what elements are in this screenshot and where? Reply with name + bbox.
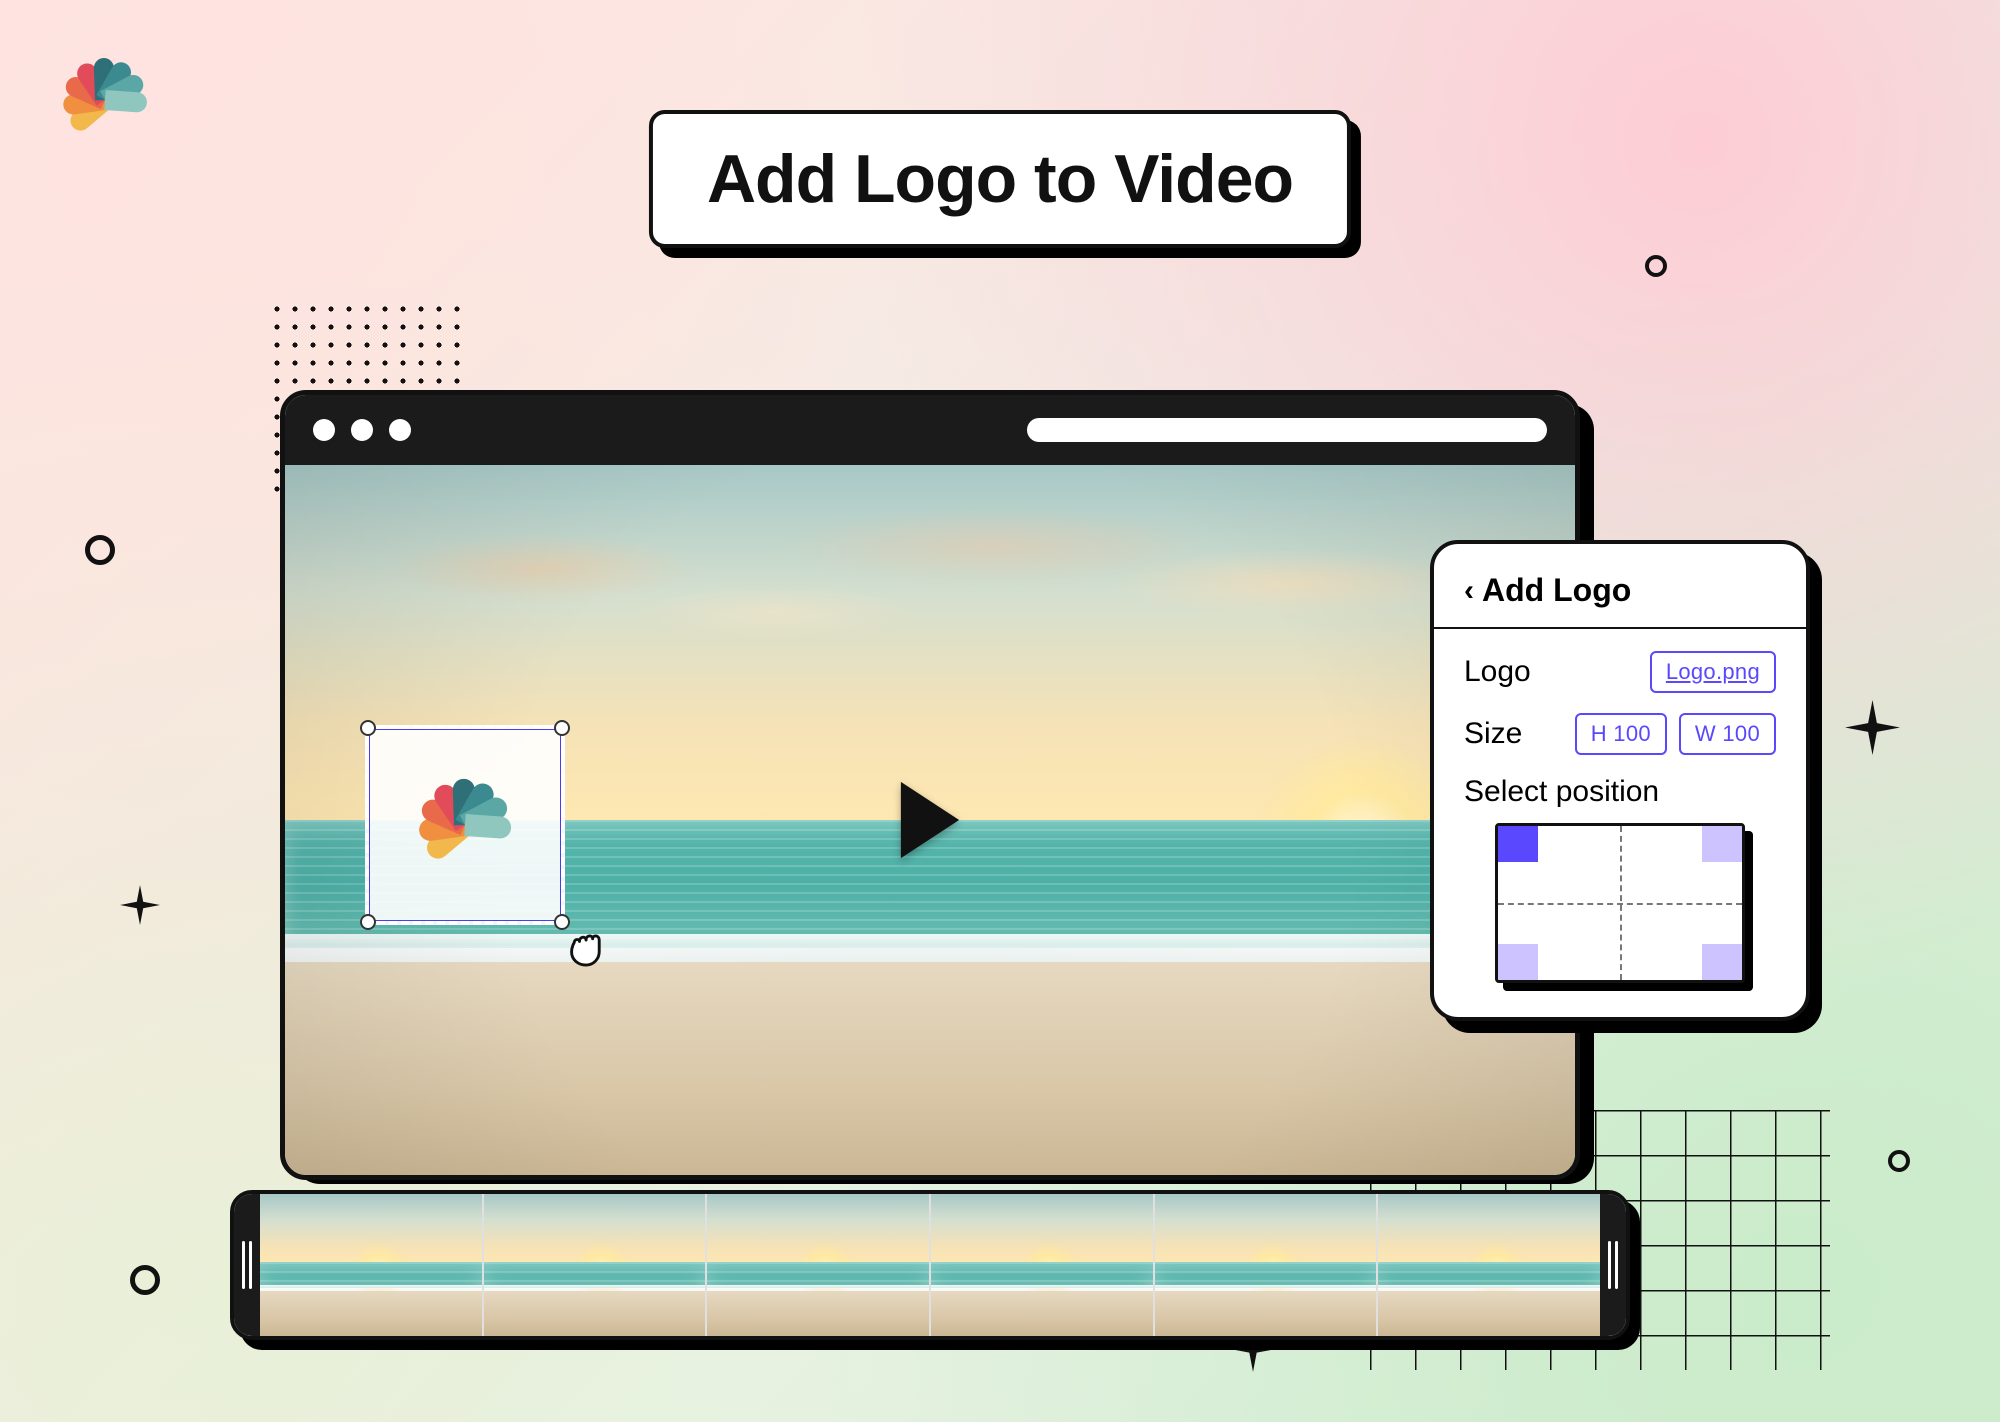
window-titlebar [285,395,1575,465]
resize-handle-bl[interactable] [360,914,376,930]
window-dot[interactable] [313,419,335,441]
window-dot[interactable] [351,419,373,441]
timeline-handle-left[interactable] [234,1194,260,1336]
resize-handle-tl[interactable] [360,720,376,736]
add-logo-panel: ‹ Add Logo Logo Logo.png Size H 100 W 10… [1430,540,1810,1021]
deco-circle [1888,1150,1910,1172]
deco-circle [1645,255,1667,277]
timeline-frame[interactable] [705,1194,929,1336]
play-icon[interactable] [904,786,956,854]
page-title-label: Add Logo to Video [649,110,1351,248]
width-input[interactable]: W 100 [1679,713,1776,755]
position-label: Select position [1464,775,1776,809]
timeline-thumbnails[interactable] [260,1194,1600,1336]
address-bar[interactable] [1027,418,1547,442]
deco-circle [85,535,115,565]
back-chevron-icon[interactable]: ‹ [1464,576,1474,606]
size-label: Size [1464,717,1550,751]
timeline-frame[interactable] [260,1194,482,1336]
window-dot[interactable] [389,419,411,441]
page-title: Add Logo to Video [649,110,1351,248]
position-bottom-left[interactable] [1498,944,1538,980]
timeline-frame[interactable] [1376,1194,1600,1336]
logo-label: Logo [1464,655,1550,689]
position-bottom-right[interactable] [1702,944,1742,980]
timeline-frame[interactable] [1153,1194,1377,1336]
logo-selection-box[interactable] [365,725,565,925]
editor-window [280,390,1580,1180]
position-top-left[interactable] [1498,826,1538,862]
timeline-frame[interactable] [482,1194,706,1336]
resize-handle-tr[interactable] [554,720,570,736]
brand-logo [60,55,150,145]
deco-circle [130,1265,160,1295]
timeline-handle-right[interactable] [1600,1194,1626,1336]
panel-heading: Add Logo [1482,572,1631,609]
timeline[interactable] [230,1190,1630,1340]
grab-cursor-icon [563,919,617,969]
timeline-frame[interactable] [929,1194,1153,1336]
video-preview[interactable] [285,465,1575,1175]
height-input[interactable]: H 100 [1575,713,1667,755]
logo-overlay[interactable] [416,776,515,875]
position-top-right[interactable] [1702,826,1742,862]
position-picker[interactable] [1495,823,1745,983]
logo-file-chip[interactable]: Logo.png [1650,651,1776,693]
